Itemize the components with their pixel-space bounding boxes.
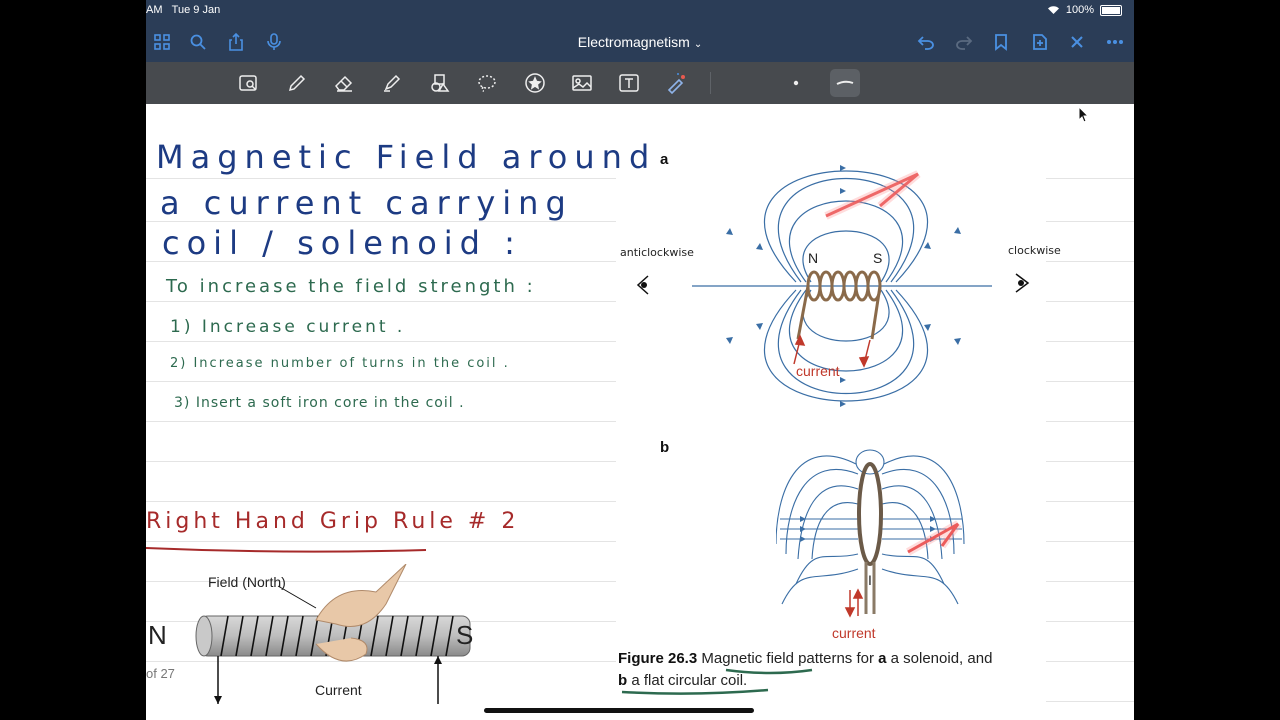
anticlockwise-label: anticlockwise (620, 246, 694, 259)
document-title[interactable]: Electromagnetism ⌄ (146, 34, 1134, 50)
caption-text: Magnetic field patterns for (697, 650, 879, 667)
chevron-down-icon: ⌄ (693, 39, 703, 50)
rule-heading-underline (146, 547, 427, 553)
status-date: Tue 9 Jan (171, 4, 221, 16)
highlighter-icon[interactable] (377, 69, 407, 97)
status-right: 100% (1047, 4, 1122, 16)
caption-green-underlines (621, 668, 813, 695)
mouse-cursor-icon (1078, 106, 1090, 123)
notebook-page[interactable]: Magnetic Field around a current carrying… (146, 104, 1134, 720)
note-title-line-3: coil / solenoid : (162, 224, 522, 262)
clockwise-label: clockwise (1008, 244, 1061, 257)
status-bar: AM Tue 9 Jan 100% (146, 0, 1134, 22)
pen-icon[interactable] (282, 69, 312, 97)
close-icon[interactable] (1065, 30, 1089, 54)
solenoid-field-diagram (692, 165, 992, 407)
navigation-bar: Electromagnetism ⌄ (146, 22, 1134, 62)
figure-b-label: b (660, 439, 670, 456)
image-icon[interactable] (567, 69, 597, 97)
caption-a-text: a solenoid (886, 650, 960, 667)
home-indicator[interactable] (484, 708, 754, 713)
tool-bar (146, 62, 1134, 104)
lasso-zoom-icon[interactable] (234, 69, 264, 97)
pen-stroke-style-icon[interactable] (830, 69, 860, 97)
note-subtitle: To increase the field strength : (166, 276, 536, 297)
battery-percent: 100% (1065, 4, 1094, 16)
eye-right-icon (1015, 273, 1030, 293)
sticker-icon[interactable] (520, 69, 550, 97)
note-point-2: 2) Increase number of turns in the coil … (170, 356, 510, 371)
note-title-line-2: a current carrying (160, 184, 573, 222)
flat-coil-i-label: I (868, 572, 872, 588)
note-point-3: 3) Insert a soft iron core in the coil . (174, 395, 465, 411)
grip-north-label: N (148, 620, 167, 650)
grip-current-label: Current (315, 682, 362, 698)
page-number: of 27 (146, 666, 175, 681)
solenoid-s-label: S (873, 250, 883, 266)
flat-coil-current-arrows (844, 588, 864, 618)
undo-icon[interactable] (914, 30, 938, 54)
pen-dot-size-icon[interactable] (781, 69, 811, 97)
note-point-1: 1) Increase current . (170, 317, 406, 337)
laser-pointer-icon[interactable] (661, 69, 691, 97)
status-time: AM Tue 9 Jan (146, 4, 221, 16)
lasso-icon[interactable] (472, 69, 502, 97)
solenoid-n-label: N (808, 250, 819, 266)
ipad-screen: AM Tue 9 Jan 100% Electromagnetism ⌄ Mag… (146, 0, 1134, 720)
rule-heading: Right Hand Grip Rule # 2 (146, 509, 520, 534)
shapes-icon[interactable] (425, 69, 455, 97)
eraser-icon[interactable] (329, 69, 359, 97)
grip-south-label: S (456, 620, 474, 650)
wifi-icon (1047, 6, 1059, 14)
caption-mid: , and (959, 650, 993, 667)
solenoid-current-label: current (796, 363, 840, 379)
caption-figure-number: Figure 26.3 (618, 650, 698, 667)
battery-icon (1100, 4, 1122, 16)
grip-field-label: Field (North) (208, 574, 286, 590)
more-icon[interactable] (1103, 30, 1127, 54)
figure-a-label: a (660, 151, 669, 168)
flat-coil-current-label: current (832, 625, 876, 641)
note-title-line-1: Magnetic Field around (156, 138, 657, 176)
add-page-icon[interactable] (1028, 30, 1052, 54)
toolbar-divider (710, 72, 711, 94)
text-icon[interactable] (614, 69, 644, 97)
eye-left-icon (636, 275, 649, 295)
redo-icon[interactable] (952, 30, 976, 54)
bookmark-icon[interactable] (989, 30, 1013, 54)
